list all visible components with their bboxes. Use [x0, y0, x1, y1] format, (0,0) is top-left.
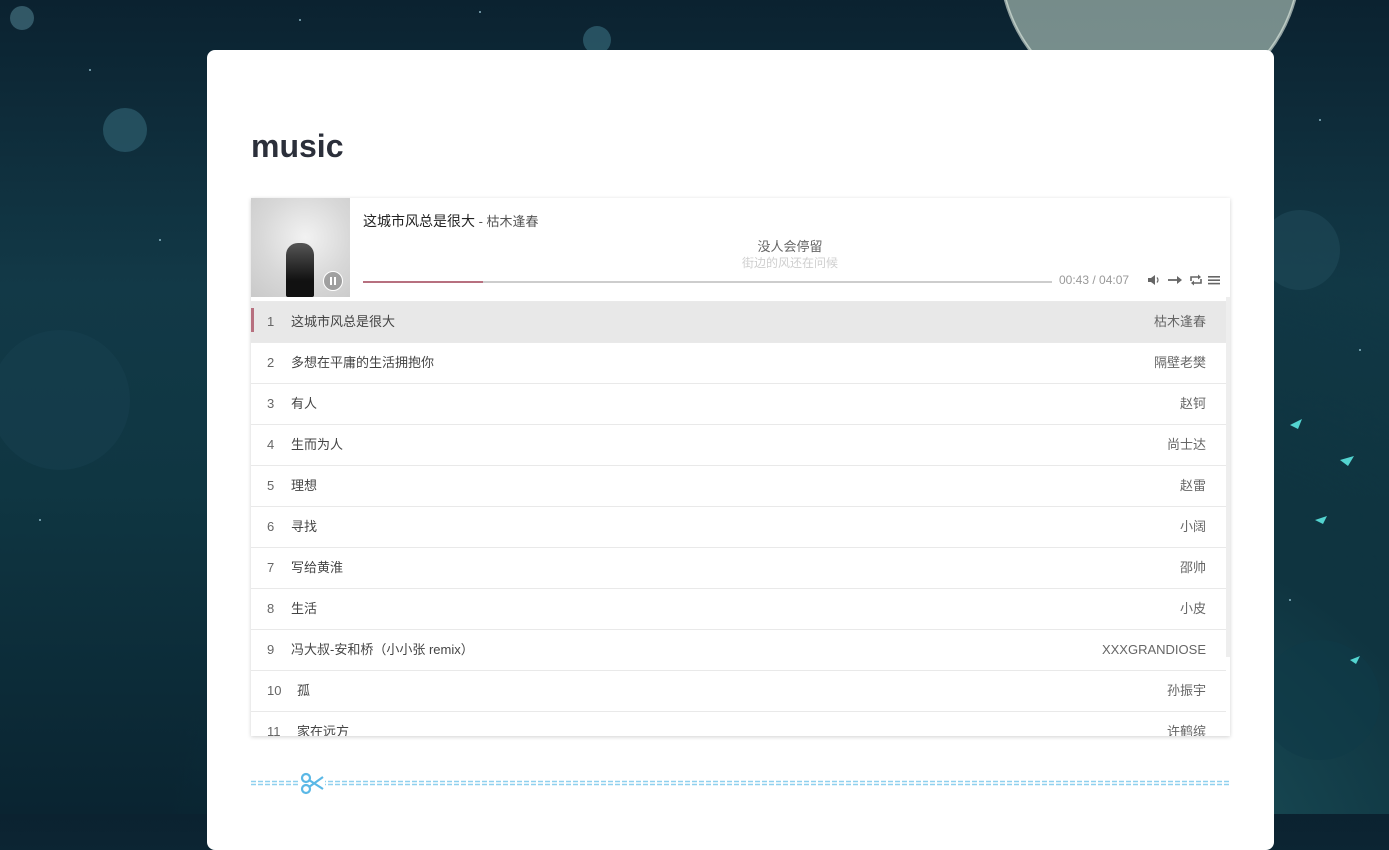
track-index: 2 [267, 355, 275, 370]
album-cover[interactable] [251, 198, 350, 297]
track-index: 9 [267, 642, 275, 657]
track-artist: 小皮 [1179, 601, 1206, 616]
track-artist: 小阔 [1179, 519, 1206, 534]
scissors-divider [251, 780, 1230, 786]
loop-icon[interactable] [1189, 273, 1203, 287]
playlist-scrollbar[interactable] [1226, 297, 1230, 657]
playlist-row[interactable]: 10 孤 孙振宇 [251, 670, 1226, 711]
page-title: music [251, 128, 344, 164]
track-index: 10 [267, 683, 282, 698]
playlist-row[interactable]: 2 多想在平庸的生活拥抱你 隔壁老樊 [251, 342, 1226, 383]
now-playing-title: 这城市风总是很大 [363, 213, 475, 229]
content-card: music 这城市风总是很大 - 枯木逢春 没人会停留 街边的风还在问候 00:… [207, 50, 1274, 850]
track-title: 这城市风总是很大 [291, 314, 396, 329]
track-artist: XXXGRANDIOSE [1101, 642, 1206, 657]
track-artist: 孙振宇 [1166, 683, 1206, 698]
playlist-row[interactable]: 9 冯大叔-安和桥（小小张 remix） XXXGRANDIOSE [251, 629, 1226, 670]
track-title: 冯大叔-安和桥（小小张 remix） [291, 642, 474, 657]
track-title: 孤 [297, 683, 311, 698]
track-artist: 邵帅 [1179, 560, 1206, 575]
track-artist: 隔壁老樊 [1153, 355, 1206, 370]
track-title: 家在远方 [297, 724, 350, 736]
volume-icon[interactable] [1147, 273, 1161, 287]
track-artist: 枯木逢春 [1153, 314, 1206, 329]
track-index: 7 [267, 560, 275, 575]
track-index: 3 [267, 396, 275, 411]
music-player: 这城市风总是很大 - 枯木逢春 没人会停留 街边的风还在问候 00:43 / 0… [251, 198, 1230, 736]
track-index: 6 [267, 519, 275, 534]
track-artist: 许鹤缤 [1166, 724, 1206, 736]
track-index: 8 [267, 601, 275, 616]
playlist-row[interactable]: 11 家在远方 许鹤缤 [251, 711, 1226, 736]
track-title: 生而为人 [291, 437, 344, 452]
playlist-row[interactable]: 3 有人 赵钶 [251, 383, 1226, 424]
scissors-icon [299, 770, 325, 796]
track-index: 4 [267, 437, 275, 452]
track-title: 多想在平庸的生活拥抱你 [291, 355, 435, 370]
track-title: 有人 [291, 396, 318, 411]
track-artist: 赵钶 [1179, 396, 1206, 411]
playlist-row[interactable]: 6 寻找 小阔 [251, 506, 1226, 547]
track-index: 5 [267, 478, 275, 493]
track-artist: 赵雷 [1179, 478, 1206, 493]
playlist-row[interactable]: 7 写给黄淮 邵帅 [251, 547, 1226, 588]
progress-played [363, 281, 483, 283]
pause-icon [330, 277, 332, 285]
track-title: 写给黄淮 [291, 560, 344, 575]
track-title: 寻找 [291, 519, 318, 534]
playlist-row[interactable]: 5 理想 赵雷 [251, 465, 1226, 506]
progress-bar[interactable] [363, 281, 1052, 283]
track-index: 1 [267, 314, 275, 329]
pause-button[interactable] [323, 271, 343, 291]
lyric-next-line: 街边的风还在问候 [741, 256, 838, 270]
track-title: 生活 [291, 601, 318, 616]
menu-icon[interactable] [1207, 273, 1221, 287]
playlist-row[interactable]: 4 生而为人 尚士达 [251, 424, 1226, 465]
now-playing-info: 这城市风总是很大 - 枯木逢春 [363, 211, 539, 231]
playlist-row[interactable]: 1 这城市风总是很大 枯木逢春 [251, 301, 1226, 342]
lyric-current-line: 没人会停留 [757, 239, 823, 254]
now-playing-artist: - 枯木逢春 [475, 214, 539, 229]
playlist: 1 这城市风总是很大 枯木逢春 2 多想在平庸的生活拥抱你 隔壁老樊 3 有人 … [251, 297, 1226, 736]
track-index: 11 [267, 724, 281, 736]
cover-figure [286, 243, 314, 297]
order-icon[interactable] [1167, 273, 1183, 287]
time-display: 00:43 / 04:07 [1059, 273, 1130, 287]
track-title: 理想 [291, 478, 318, 493]
track-artist: 尚士达 [1166, 437, 1206, 452]
playlist-row[interactable]: 8 生活 小皮 [251, 588, 1226, 629]
